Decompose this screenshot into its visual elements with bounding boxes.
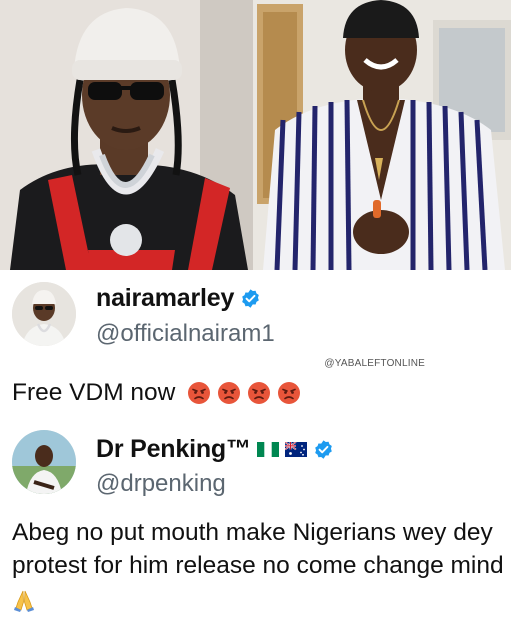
handle[interactable]: @officialnairam1 <box>96 320 275 348</box>
emoji-row <box>187 381 301 405</box>
tweet-drpenking[interactable]: Dr Penking™ @drpenking Abeg no put mouth… <box>0 420 511 640</box>
handle[interactable]: @drpenking <box>96 470 226 498</box>
display-name[interactable]: nairamarley <box>96 284 234 313</box>
verified-badge-icon <box>313 439 334 460</box>
tweet-text: Abeg no put mouth make Nigerians wey dey… <box>12 516 504 615</box>
avatar[interactable] <box>12 430 76 494</box>
vdm-photo <box>253 0 511 270</box>
angry-face-icon <box>247 381 271 405</box>
angry-face-icon <box>187 381 211 405</box>
header-photo-collage <box>0 0 511 270</box>
naira-marley-photo <box>0 0 253 270</box>
tweet-nairamarley[interactable]: nairamarley @officialnairam1 @YABALEFTON… <box>0 270 511 428</box>
verified-badge-icon <box>240 288 261 309</box>
tweet-text: Free VDM now <box>12 376 301 409</box>
watermark: @YABALEFTONLINE <box>324 358 425 369</box>
tweet-text-content: Abeg no put mouth make Nigerians wey dey… <box>12 519 504 579</box>
display-name[interactable]: Dr Penking™ <box>96 435 251 464</box>
angry-face-icon <box>277 381 301 405</box>
tweet-text-content: Free VDM now <box>12 379 176 406</box>
avatar[interactable] <box>12 282 76 346</box>
australia-flag-icon <box>284 442 307 457</box>
angry-face-icon <box>217 381 241 405</box>
author-row: nairamarley <box>96 284 261 313</box>
author-row: Dr Penking™ <box>96 435 334 464</box>
folded-hands-icon <box>12 588 36 612</box>
nigeria-flag-icon <box>256 442 279 457</box>
